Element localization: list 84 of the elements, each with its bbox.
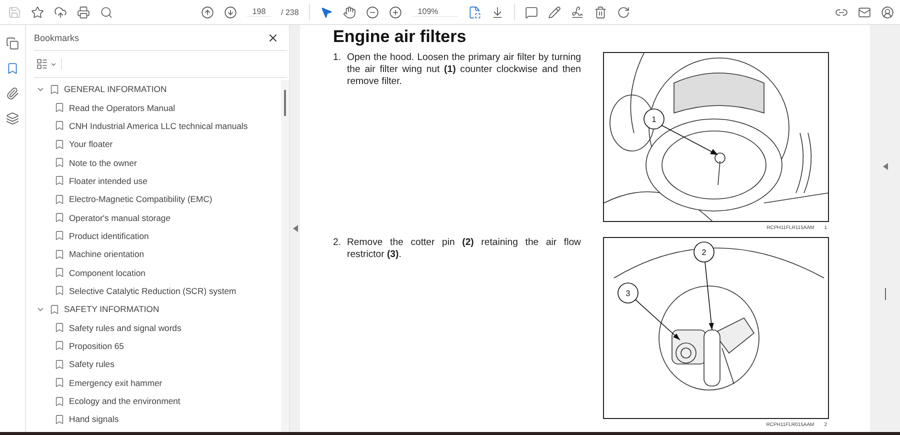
bookmark-item[interactable]: Proposition 65 [34, 336, 281, 356]
collapse-arrow-icon[interactable] [292, 225, 298, 232]
search-icon[interactable] [100, 6, 113, 18]
paperclip-icon[interactable] [6, 87, 19, 100]
pages-icon[interactable] [6, 37, 19, 50]
bookmark-icon [54, 175, 65, 186]
bookmark-item[interactable]: CNH Industrial America LLC technical manuals [34, 116, 281, 136]
callout-label: 1 [644, 108, 664, 130]
bookmark-icon [54, 377, 65, 388]
bookmark-item[interactable]: Floater intended use [34, 172, 281, 190]
bookmark-icon [49, 84, 60, 95]
bookmark-icon [54, 157, 65, 168]
scroll-thumb[interactable] [884, 288, 886, 300]
callout-label: 2 [694, 242, 714, 263]
close-icon[interactable] [267, 32, 279, 44]
bookmark-icon [54, 248, 65, 260]
bookmark-item[interactable]: Note to the owner [34, 153, 281, 172]
layers-icon[interactable] [6, 112, 19, 125]
bookmark-icon [54, 194, 65, 205]
arrow-down-icon[interactable] [224, 6, 237, 18]
trash-icon[interactable] [594, 6, 607, 18]
bookmark-icon [54, 138, 65, 150]
pointer-icon[interactable] [320, 6, 333, 18]
step-number: 1. [333, 52, 341, 66]
list-view-icon[interactable] [36, 58, 48, 70]
bookmark-icon[interactable] [6, 62, 19, 75]
bookmark-icon [54, 230, 65, 242]
bookmark-icon [54, 102, 65, 114]
bookmark-icon [54, 340, 65, 352]
bookmark-item[interactable]: Ecology and the environment [34, 392, 281, 410]
step-number: 2. [333, 237, 341, 250]
bookmark-item[interactable]: GENERAL INFORMATION [34, 80, 281, 98]
bookmark-icon [54, 414, 65, 425]
pencil-icon[interactable] [548, 6, 561, 18]
bookmark-item[interactable]: Read the Operators Manual [34, 98, 281, 117]
page-heading: Engine air filters [333, 27, 468, 48]
bookmark-item[interactable]: Emergency exit hammer [34, 374, 281, 392]
step-text: Remove the cotter pin (2) retaining the air flow restrictor (3). [347, 237, 581, 262]
bookmark-item[interactable]: SAFETY INFORMATION [34, 300, 281, 318]
scroll-thumb[interactable] [284, 90, 286, 116]
step-text: Open the hood. Loosen the primary air filter by turning the air filter wing nut (1) counter clockwise and then remove filter. [347, 52, 581, 90]
bookmark-icon [49, 304, 60, 315]
comment-icon[interactable] [524, 6, 538, 18]
bookmark-item[interactable]: Machine orientation [34, 245, 281, 264]
bookmark-icon [54, 396, 65, 407]
signature-icon[interactable] [570, 6, 584, 18]
leader-line [660, 124, 718, 156]
bookmark-item[interactable]: Product identification [34, 226, 281, 246]
bookmark-item[interactable]: Safety rules [34, 355, 281, 374]
bookmark-item[interactable]: Electro-Magnetic Compatibility (EMC) [34, 190, 281, 208]
leader-line [704, 262, 714, 331]
mail-icon[interactable] [858, 6, 871, 18]
panel-title: Bookmarks [34, 32, 80, 42]
bookmark-icon [54, 358, 65, 370]
account-icon[interactable] [881, 6, 894, 18]
star-icon[interactable] [31, 6, 44, 18]
bookmark-item[interactable]: Selective Catalytic Reduction (SCR) system [34, 282, 281, 300]
collapse-arrow-icon[interactable] [882, 162, 888, 170]
bookmark-item[interactable]: Component location [34, 263, 281, 282]
page-number-field[interactable]: 198 [247, 7, 271, 17]
caret-icon[interactable] [50, 60, 57, 68]
zoom-field[interactable]: 109% [412, 7, 458, 17]
bookmark-item[interactable]: Safety rules and signal words [34, 318, 281, 337]
zoom-out-icon[interactable] [366, 6, 379, 18]
callout-label: 3 [618, 282, 638, 304]
bookmark-icon [54, 212, 65, 224]
options-button[interactable] [34, 58, 62, 70]
hand-icon[interactable] [342, 6, 356, 18]
bookmark-icon [54, 285, 65, 296]
bookmark-icon [54, 267, 65, 278]
bookmark-icon [54, 322, 65, 334]
printer-icon[interactable] [77, 6, 90, 18]
rotate-icon[interactable] [616, 6, 630, 18]
bookmark-icon [54, 120, 65, 132]
arrow-up-icon[interactable] [201, 6, 214, 18]
page-count: / 238 [281, 8, 299, 16]
fit-page-icon[interactable] [468, 6, 481, 18]
cloud-upload-icon[interactable] [54, 6, 67, 18]
scroll-mode-icon[interactable] [490, 6, 504, 18]
zoom-in-icon[interactable] [388, 6, 402, 18]
leader-line [635, 300, 680, 341]
bookmark-item[interactable]: Operator's manual storage [34, 208, 281, 227]
bookmark-item[interactable]: Your floater [34, 135, 281, 154]
bookmark-item[interactable]: Hand signals [34, 410, 281, 429]
